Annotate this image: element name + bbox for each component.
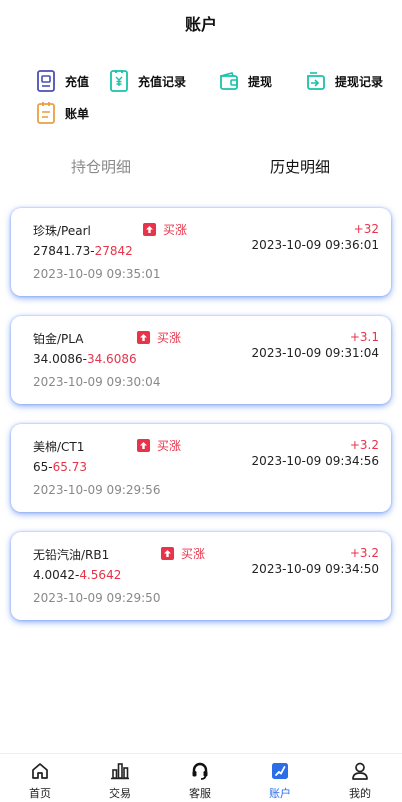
profit-value: +3.1 [349,330,379,344]
open-price: 4.0042 [33,568,75,582]
open-time: 2023-10-09 09:30:04 [33,375,161,389]
open-price: 27841.73 [33,244,91,258]
close-time: 2023-10-09 09:31:04 [251,346,379,360]
withdraw-record-label: 提现记录 [335,74,384,89]
trade-name: 美棉/CT1 [33,440,85,454]
close-price: 65.73 [52,460,87,474]
profit-value: +32 [353,222,379,236]
user-icon [350,758,370,784]
profit-value: +3.2 [349,438,379,452]
bill-icon [35,101,57,125]
recharge-button[interactable]: 充值 [35,68,89,94]
trade-name: 无铅汽油/RB1 [33,548,110,562]
close-time: 2023-10-09 09:34:56 [251,454,379,468]
nav-service[interactable]: 客服 [160,754,240,802]
tab-holdings[interactable]: 持仓明细 [71,156,131,177]
trade-card[interactable]: 铂金/PLA 买涨 34.0086-34.6086 2023-10-09 09:… [11,316,391,404]
bottom-nav: 首页 交易 客服 账户 我的 [0,753,402,802]
recharge-record-label: 充值记录 [138,74,187,89]
direction-label: 买涨 [157,439,182,453]
close-price: 34.6086 [86,352,137,366]
close-time: 2023-10-09 09:36:01 [251,238,379,252]
withdraw-record-button[interactable]: 提现记录 [305,68,383,94]
trade-prices: 34.0086-34.6086 [33,352,137,366]
trade-card[interactable]: 无铅汽油/RB1 买涨 4.0042-4.5642 2023-10-09 09:… [11,532,391,620]
arrow-up-icon [161,547,174,560]
wallet-icon [35,69,57,93]
recharge-record-button[interactable]: 充值记录 [108,68,186,94]
trade-name: 珍珠/Pearl [33,224,91,238]
direction-badge: 买涨 [137,329,181,346]
nav-home[interactable]: 首页 [0,754,80,802]
nav-service-label: 客服 [189,787,211,800]
arrow-up-icon [137,439,150,452]
arrow-up-icon [143,223,156,236]
direction-badge: 买涨 [161,545,205,562]
nav-account[interactable]: 账户 [240,754,320,802]
nav-home-label: 首页 [29,787,51,800]
close-price: 4.5642 [79,568,122,582]
nav-trade[interactable]: 交易 [80,754,160,802]
nav-trade-label: 交易 [109,787,131,800]
detail-tabs: 持仓明细 历史明细 [0,156,402,182]
close-time: 2023-10-09 09:34:50 [251,562,379,576]
trade-prices: 65-65.73 [33,460,87,474]
headset-icon [190,758,210,784]
trade-prices: 27841.73-27842 [33,244,133,258]
close-price: 27842 [94,244,133,258]
profit-value: +3.2 [349,546,379,560]
nav-mine-label: 我的 [349,787,371,800]
open-time: 2023-10-09 09:29:50 [33,591,161,605]
recharge-record-icon [108,69,130,93]
withdraw-label: 提现 [248,74,273,89]
direction-badge: 买涨 [137,437,181,454]
direction-label: 买涨 [163,223,188,237]
trade-prices: 4.0042-4.5642 [33,568,121,582]
open-price: 65 [33,460,49,474]
recharge-label: 充值 [65,74,90,89]
bill-label: 账单 [65,106,90,121]
account-icon [270,758,290,784]
withdraw-icon [218,69,240,93]
open-price: 34.0086 [33,352,83,366]
trade-card[interactable]: 珍珠/Pearl 买涨 27841.73-27842 2023-10-09 09… [11,208,391,296]
tab-history[interactable]: 历史明细 [270,156,330,177]
bill-button[interactable]: 账单 [35,100,89,126]
direction-label: 买涨 [181,547,206,561]
nav-account-label: 账户 [269,787,291,800]
trade-card[interactable]: 美棉/CT1 买涨 65-65.73 2023-10-09 09:29:56 +… [11,424,391,512]
account-actions: 充值 充值记录 提现 提现记录 账单 [0,66,402,130]
arrow-up-icon [137,331,150,344]
direction-label: 买涨 [157,331,182,345]
open-time: 2023-10-09 09:29:56 [33,483,161,497]
open-time: 2023-10-09 09:35:01 [33,267,161,281]
direction-badge: 买涨 [143,221,187,238]
page-title: 账户 [184,15,217,34]
withdraw-button[interactable]: 提现 [218,68,272,94]
home-icon [30,758,50,784]
chart-icon [110,758,130,784]
withdraw-record-icon [305,69,327,93]
trade-name: 铂金/PLA [33,332,84,346]
nav-mine[interactable]: 我的 [320,754,400,802]
